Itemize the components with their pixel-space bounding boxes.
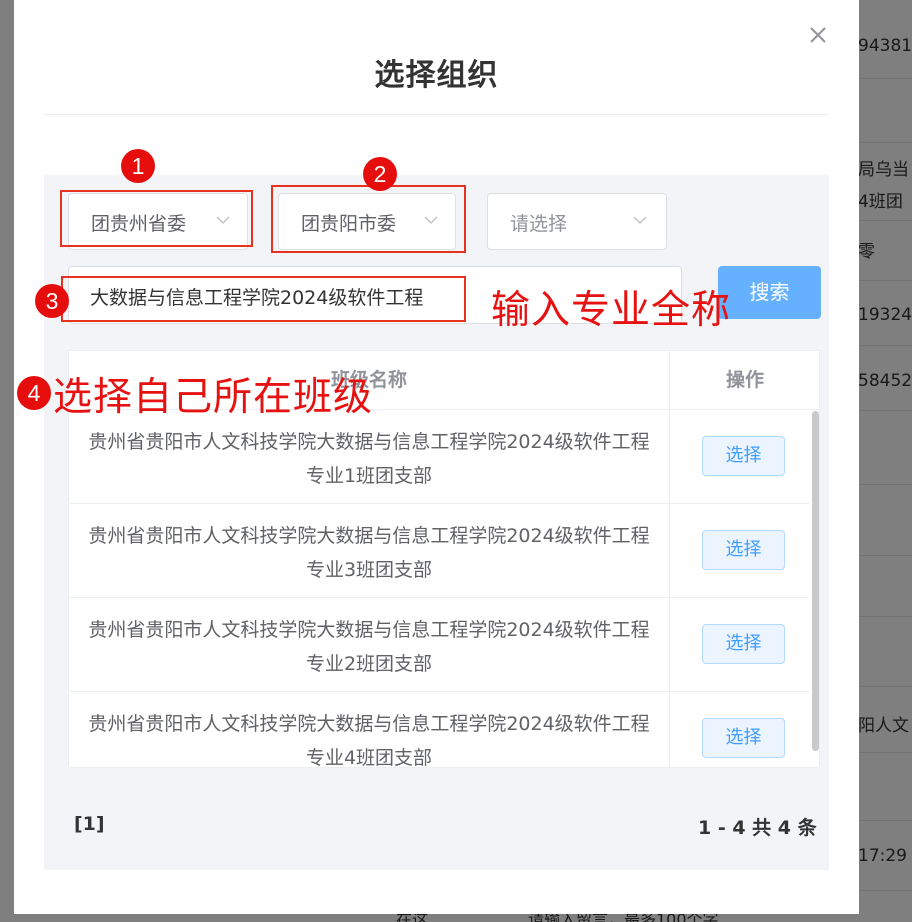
table-row: 贵州省贵阳市人文科技学院大数据与信息工程学院2024级软件工程 专业4班团支部 … [69,692,809,768]
class-name-line: 专业1班团支部 [305,465,433,487]
class-name-cell: 贵州省贵阳市人文科技学院大数据与信息工程学院2024级软件工程 专业3班团支部 [69,519,669,587]
dialog-title: 选择组织 [374,58,499,93]
province-select[interactable]: 团贵州省委 [68,193,248,250]
school-select-placeholder: 请选择 [510,213,568,235]
class-name-line: 贵州省贵阳市人文科技学院大数据与信息工程学院2024级软件工程 [88,431,650,453]
class-name-line: 贵州省贵阳市人文科技学院大数据与信息工程学院2024级软件工程 [88,713,650,735]
city-select-value: 团贵阳市委 [301,213,397,235]
table-row: 贵州省贵阳市人文科技学院大数据与信息工程学院2024级软件工程 专业1班团支部 … [69,410,809,504]
record-count: 1 - 4 共 4 条 [698,817,817,839]
select-class-button[interactable]: 选择 [702,718,785,758]
school-select[interactable]: 请选择 [487,193,667,250]
page-list[interactable]: [1] [74,813,105,835]
class-name-line: 贵州省贵阳市人文科技学院大数据与信息工程学院2024级软件工程 [88,619,650,641]
title-divider [44,114,828,115]
class-name-line: 专业3班团支部 [305,559,433,581]
step-number-badge: 4 [17,376,51,410]
annotation-select-hint: 选择自己所在班级 [53,375,374,420]
step-number-badge: 3 [35,284,69,318]
class-name-cell: 贵州省贵阳市人文科技学院大数据与信息工程学院2024级软件工程 专业1班团支部 [69,425,669,493]
class-name-line: 专业4班团支部 [305,747,433,768]
column-header-action: 操作 [670,351,819,410]
chevron-down-icon [216,216,230,225]
class-name-line: 专业2班团支部 [305,653,433,675]
select-class-button[interactable]: 选择 [702,530,785,570]
select-organization-dialog: 选择组织 团贵州省委 团贵阳市委 请选择 大数据与信息工程学院2024级软件工程… [14,0,859,914]
select-class-button[interactable]: 选择 [702,436,785,476]
annotation-search-hint: 输入专业全称 [491,288,732,333]
step-number-badge: 1 [121,149,155,183]
table-row: 贵州省贵阳市人文科技学院大数据与信息工程学院2024级软件工程 专业3班团支部 … [69,504,809,598]
table-scrollbar[interactable] [812,411,819,751]
chevron-down-icon [424,216,438,225]
class-name-cell: 贵州省贵阳市人文科技学院大数据与信息工程学院2024级软件工程 专业4班团支部 [69,707,669,768]
chevron-down-icon [633,216,647,225]
province-select-value: 团贵州省委 [91,213,187,235]
class-name-line: 贵州省贵阳市人文科技学院大数据与信息工程学院2024级软件工程 [88,525,650,547]
search-input-value: 大数据与信息工程学院2024级软件工程 [90,287,424,309]
table-row: 贵州省贵阳市人文科技学院大数据与信息工程学院2024级软件工程 专业2班团支部 … [69,598,809,692]
step-number-badge: 2 [363,157,397,191]
select-class-button[interactable]: 选择 [702,624,785,664]
close-icon[interactable] [807,24,829,46]
search-button[interactable]: 搜索 [718,266,821,319]
class-name-cell: 贵州省贵阳市人文科技学院大数据与信息工程学院2024级软件工程 专业2班团支部 [69,613,669,681]
city-select[interactable]: 团贵阳市委 [278,193,456,250]
